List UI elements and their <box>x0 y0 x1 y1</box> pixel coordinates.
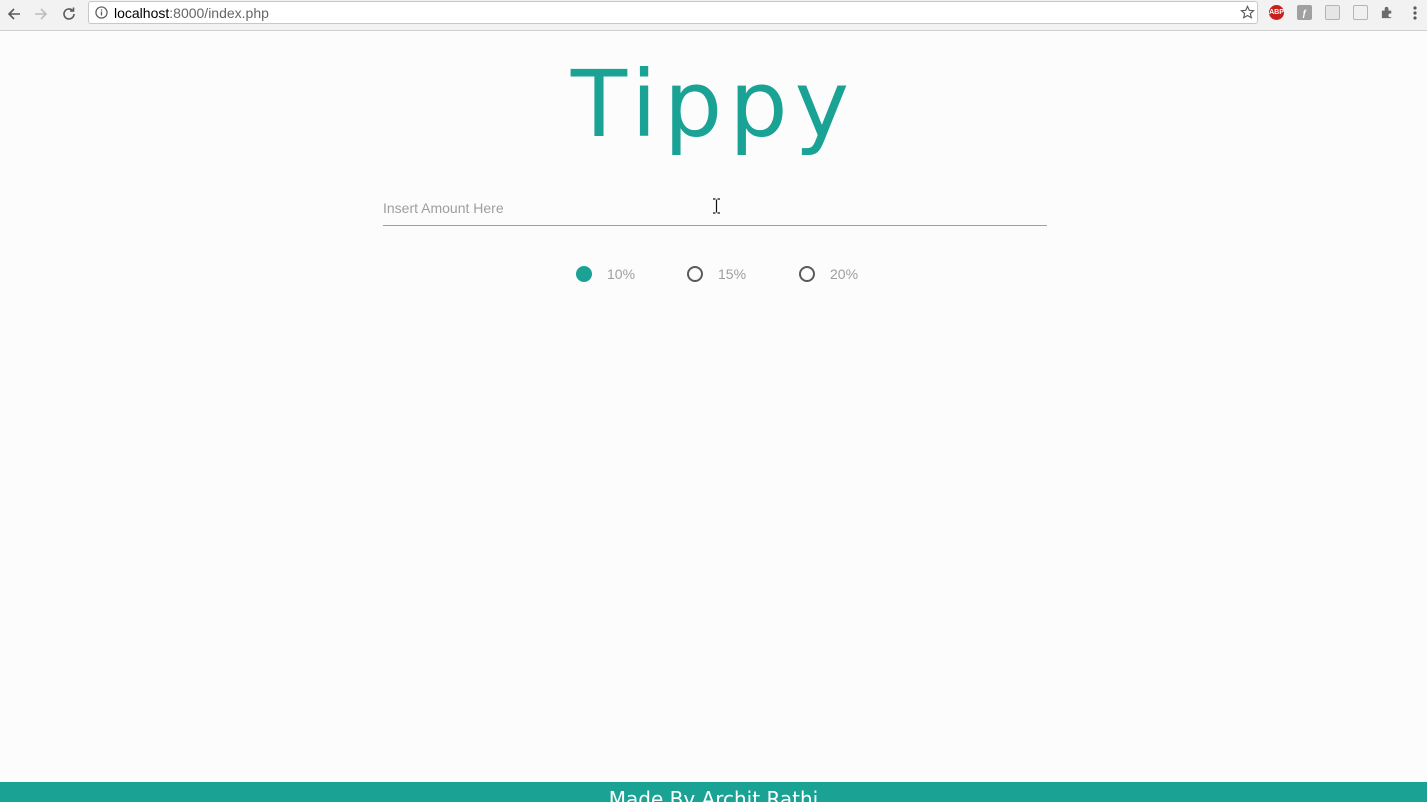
tip-option-20[interactable]: 20% <box>799 264 858 284</box>
tip-option-label: 15% <box>718 266 747 282</box>
back-arrow-icon <box>7 8 20 20</box>
tip-option-label: 20% <box>830 266 859 282</box>
extension-icon[interactable]: ƒ <box>1297 5 1312 20</box>
forward-arrow-icon <box>35 8 48 20</box>
reload-icon <box>63 7 75 20</box>
forward-button[interactable] <box>30 3 52 25</box>
extension-grid-icon[interactable] <box>1325 5 1340 20</box>
back-button[interactable] <box>3 3 25 25</box>
text-cursor-icon <box>713 198 720 214</box>
page-title: Tippy <box>570 51 857 158</box>
bookmark-star-icon[interactable] <box>1240 5 1255 20</box>
browser-toolbar: localhost:8000/index.php ABP ƒ <box>0 0 1427 31</box>
puzzle-icon <box>1381 6 1392 19</box>
tip-option-label: 10% <box>607 266 636 282</box>
extension-puzzle-icon[interactable] <box>1380 5 1395 20</box>
tip-option-15[interactable]: 15% <box>687 264 746 284</box>
extension-window-icon[interactable] <box>1353 5 1368 20</box>
url-text[interactable]: localhost:8000/index.php <box>114 5 269 21</box>
footer: Made By Archit Rathi <box>0 782 1427 802</box>
adblock-extension-icon[interactable]: ABP <box>1269 5 1284 20</box>
address-bar[interactable]: localhost:8000/index.php <box>88 1 1258 24</box>
url-path: :8000/index.php <box>169 5 269 21</box>
info-icon[interactable] <box>95 6 108 19</box>
reload-button[interactable] <box>58 3 80 25</box>
url-host: localhost <box>114 5 170 21</box>
browser-menu-icon[interactable] <box>1410 4 1420 22</box>
tip-option-10[interactable]: 10% <box>576 264 635 284</box>
radio-unselected-icon[interactable] <box>687 266 703 282</box>
footer-credit: Made By Archit Rathi <box>608 787 819 802</box>
radio-unselected-icon[interactable] <box>799 266 815 282</box>
radio-selected-icon[interactable] <box>576 266 592 282</box>
